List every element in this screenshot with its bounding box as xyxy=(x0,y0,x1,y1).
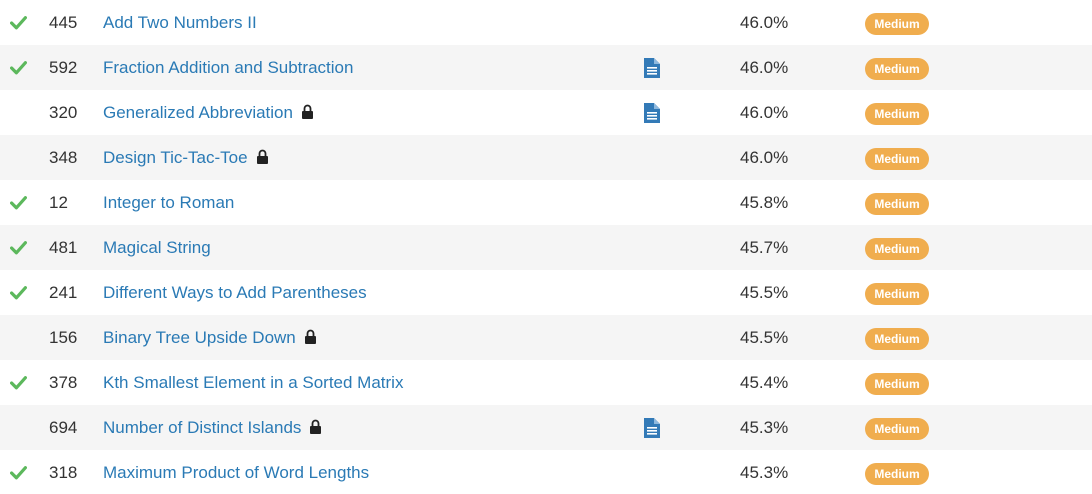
problem-id: 318 xyxy=(49,463,78,482)
difficulty-badge: Medium xyxy=(865,103,929,125)
problem-title-link[interactable]: Fraction Addition and Subtraction xyxy=(103,57,353,78)
difficulty-badge: Medium xyxy=(865,418,929,440)
problem-id: 445 xyxy=(49,13,78,32)
difficulty-badge: Medium xyxy=(865,463,929,485)
lock-icon xyxy=(310,419,322,434)
table-row[interactable]: 320 Generalized Abbreviation 46.0% Mediu… xyxy=(0,90,1092,135)
problem-title-cell: Fraction Addition and Subtraction xyxy=(103,57,353,78)
table-row[interactable]: 481 Magical String 45.7% Medium xyxy=(0,225,1092,270)
problem-title-cell: Number of Distinct Islands xyxy=(103,417,322,438)
lock-icon xyxy=(301,104,313,119)
problem-title-cell: Kth Smallest Element in a Sorted Matrix xyxy=(103,372,403,393)
difficulty-badge: Medium xyxy=(865,283,929,305)
problem-title-link[interactable]: Integer to Roman xyxy=(103,192,234,213)
check-icon xyxy=(10,16,27,30)
acceptance-rate: 45.5% xyxy=(740,328,789,347)
problem-id: 12 xyxy=(49,193,68,212)
solution-document-icon[interactable] xyxy=(644,103,660,123)
difficulty-badge: Medium xyxy=(865,13,929,35)
problem-title-link[interactable]: Maximum Product of Word Lengths xyxy=(103,462,369,483)
difficulty-badge: Medium xyxy=(865,328,929,350)
problem-title-link[interactable]: Kth Smallest Element in a Sorted Matrix xyxy=(103,372,403,393)
check-icon xyxy=(10,61,27,75)
acceptance-rate: 45.3% xyxy=(740,418,789,437)
difficulty-badge: Medium xyxy=(865,238,929,260)
check-icon xyxy=(10,376,27,390)
table-row[interactable]: 156 Binary Tree Upside Down 45.5% Medium xyxy=(0,315,1092,360)
problem-id: 348 xyxy=(49,148,78,167)
problem-title-link[interactable]: Number of Distinct Islands xyxy=(103,417,301,438)
check-icon xyxy=(10,196,27,210)
problem-id: 241 xyxy=(49,283,78,302)
problem-title-link[interactable]: Design Tic-Tac-Toe xyxy=(103,147,248,168)
problem-id: 481 xyxy=(49,238,78,257)
acceptance-rate: 45.7% xyxy=(740,238,789,257)
check-icon xyxy=(10,241,27,255)
check-icon xyxy=(10,466,27,480)
acceptance-rate: 46.0% xyxy=(740,103,789,122)
problem-title-link[interactable]: Generalized Abbreviation xyxy=(103,102,293,123)
acceptance-rate: 46.0% xyxy=(740,13,789,32)
table-row[interactable]: 592 Fraction Addition and Subtraction 46… xyxy=(0,45,1092,90)
acceptance-rate: 45.8% xyxy=(740,193,789,212)
problem-title-link[interactable]: Magical String xyxy=(103,237,211,258)
solution-document-icon[interactable] xyxy=(644,58,660,78)
problem-id: 320 xyxy=(49,103,78,122)
acceptance-rate: 45.5% xyxy=(740,283,789,302)
difficulty-badge: Medium xyxy=(865,373,929,395)
problem-title-cell: Integer to Roman xyxy=(103,192,234,213)
table-row[interactable]: 348 Design Tic-Tac-Toe 46.0% Medium xyxy=(0,135,1092,180)
lock-icon xyxy=(304,329,316,344)
table-row[interactable]: 694 Number of Distinct Islands 45.3% Med… xyxy=(0,405,1092,450)
difficulty-badge: Medium xyxy=(865,148,929,170)
lock-icon xyxy=(256,149,268,164)
solution-document-icon[interactable] xyxy=(644,418,660,438)
problem-title-link[interactable]: Add Two Numbers II xyxy=(103,12,257,33)
difficulty-badge: Medium xyxy=(865,193,929,215)
problem-table: 445 Add Two Numbers II 46.0% Medium 592 … xyxy=(0,0,1092,494)
problem-id: 592 xyxy=(49,58,78,77)
check-icon xyxy=(10,286,27,300)
problem-title-cell: Maximum Product of Word Lengths xyxy=(103,462,369,483)
table-row[interactable]: 378 Kth Smallest Element in a Sorted Mat… xyxy=(0,360,1092,405)
acceptance-rate: 45.4% xyxy=(740,373,789,392)
problem-title-cell: Magical String xyxy=(103,237,211,258)
problem-title-link[interactable]: Different Ways to Add Parentheses xyxy=(103,282,367,303)
difficulty-badge: Medium xyxy=(865,58,929,80)
problem-title-cell: Add Two Numbers II xyxy=(103,12,257,33)
problem-title-cell: Binary Tree Upside Down xyxy=(103,327,316,348)
table-row[interactable]: 241 Different Ways to Add Parentheses 45… xyxy=(0,270,1092,315)
problem-title-cell: Design Tic-Tac-Toe xyxy=(103,147,268,168)
problem-id: 378 xyxy=(49,373,78,392)
acceptance-rate: 45.3% xyxy=(740,463,789,482)
acceptance-rate: 46.0% xyxy=(740,58,789,77)
problem-title-cell: Generalized Abbreviation xyxy=(103,102,313,123)
acceptance-rate: 46.0% xyxy=(740,148,789,167)
problem-id: 156 xyxy=(49,328,78,347)
table-row[interactable]: 318 Maximum Product of Word Lengths 45.3… xyxy=(0,450,1092,494)
problem-title-cell: Different Ways to Add Parentheses xyxy=(103,282,367,303)
problem-id: 694 xyxy=(49,418,78,437)
table-row[interactable]: 445 Add Two Numbers II 46.0% Medium xyxy=(0,0,1092,45)
table-row[interactable]: 12 Integer to Roman 45.8% Medium xyxy=(0,180,1092,225)
problem-title-link[interactable]: Binary Tree Upside Down xyxy=(103,327,296,348)
